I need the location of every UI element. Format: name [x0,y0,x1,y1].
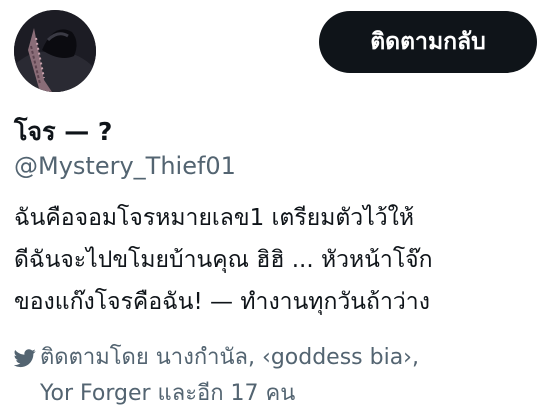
twitter-bird-icon [14,349,36,368]
bio-line: ดีฉันจะไปขโมยบ้านคุณ ฮิฮิ ... หัวหน้าโจ๊… [14,247,433,273]
followed-by-text: ติดตามโดย นางกำนัล, ‹goddess bia›, [40,345,419,370]
avatar-image [14,10,96,92]
avatar[interactable] [14,10,96,92]
followed-by[interactable]: ติดตามโดย นางกำนัล, ‹goddess bia›, Yor F… [14,340,540,412]
bio-line: ของแก๊งโจรคือฉัน! — ทำงานทุกวันถ้าว่าง [14,289,430,315]
follow-back-button[interactable]: ติดตามกลับ [319,11,537,73]
followed-by-text: Yor Forger และอีก 17 คน [40,381,296,406]
user-handle[interactable]: @Mystery_Thief01 [14,152,236,180]
bio-line: ฉันคือจอมโจรหมายเลข1 เตรียมตัวไว้ให้ [14,205,415,231]
display-name: โจร — ? [14,117,113,146]
bio: ฉันคือจอมโจรหมายเลข1 เตรียมตัวไว้ให้ ดีฉ… [14,197,540,323]
